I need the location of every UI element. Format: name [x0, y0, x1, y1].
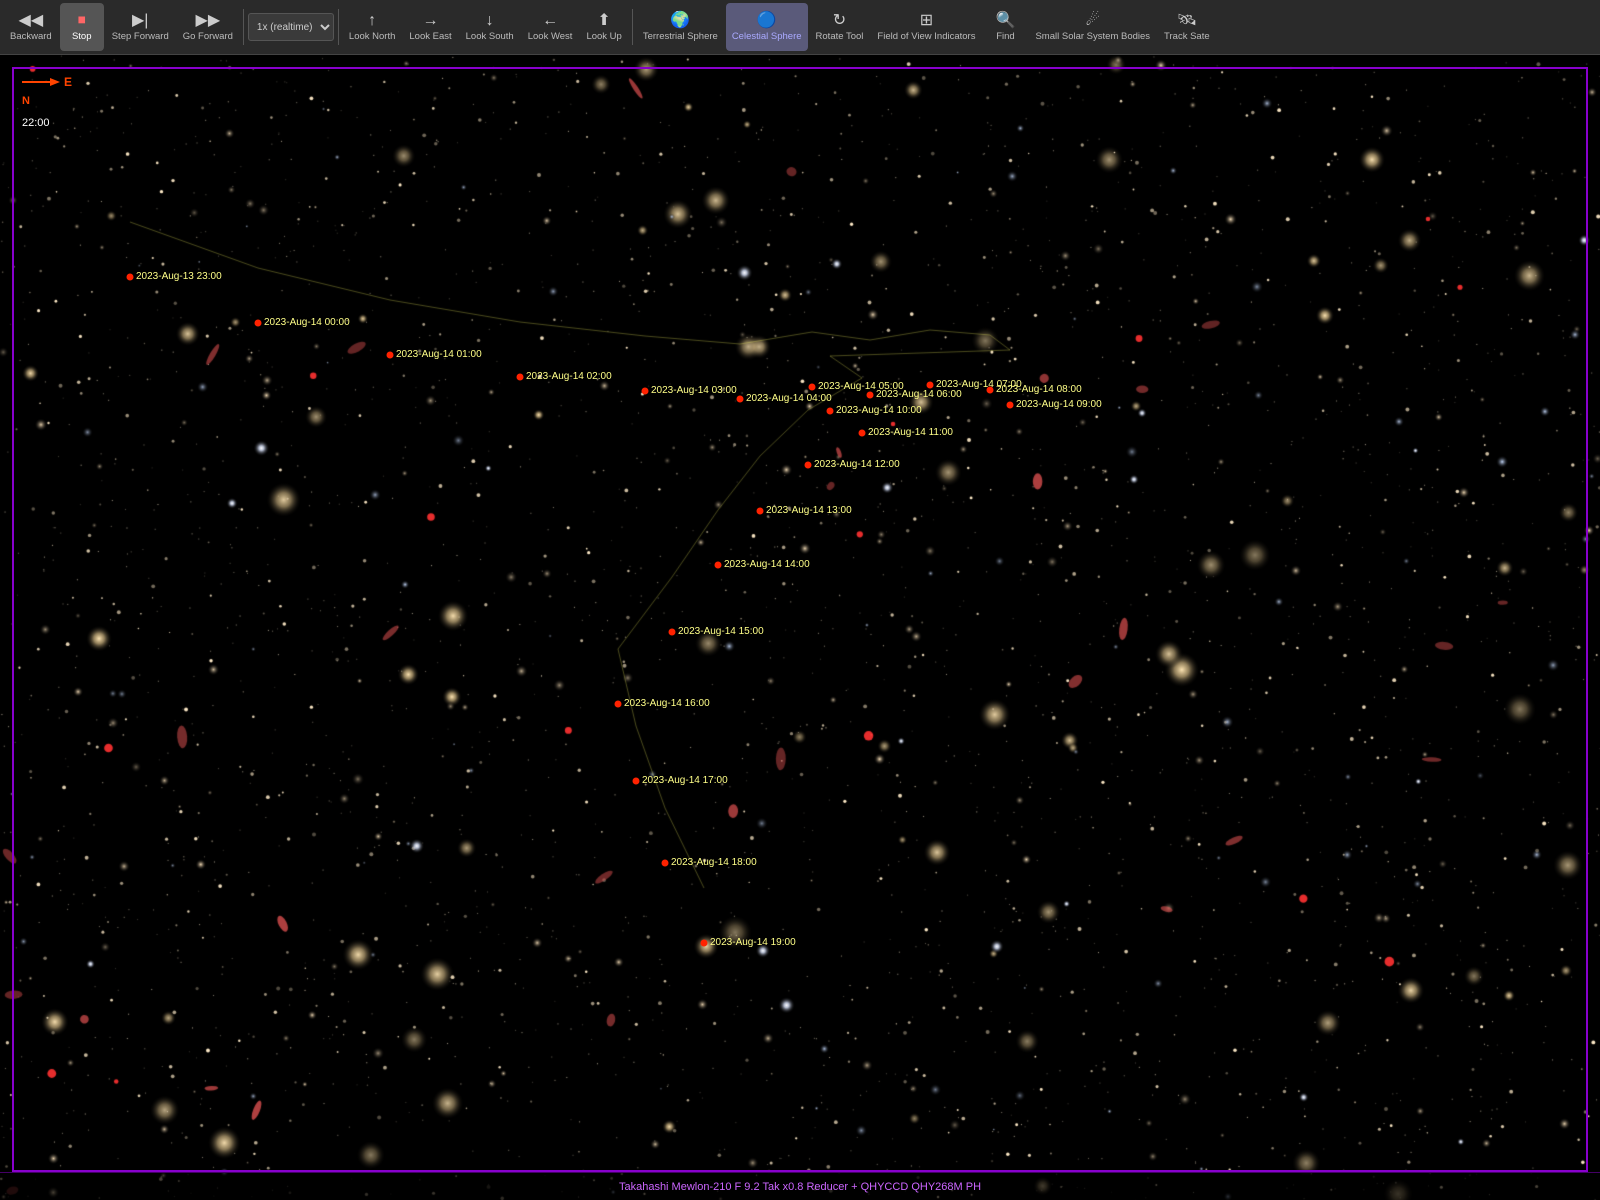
- terrestrial-sphere-button[interactable]: 🌍 Terrestrial Sphere: [637, 3, 724, 51]
- go-forward-icon: ▶▶: [196, 13, 221, 29]
- celestial-sphere-button[interactable]: 🔵 Celestial Sphere: [726, 3, 808, 51]
- look-north-button[interactable]: ↑ Look North: [343, 3, 401, 51]
- find-button[interactable]: 🔍 Find: [983, 3, 1027, 51]
- look-east-button[interactable]: → Look East: [403, 3, 457, 51]
- toolbar: ◀◀ Backward ⏹ Stop ▶| Step Forward ▶▶ Go…: [0, 0, 1600, 55]
- separator-1: [243, 9, 244, 45]
- look-east-icon: →: [423, 13, 439, 29]
- look-west-icon: ←: [542, 13, 558, 29]
- look-south-button[interactable]: ↓ Look South: [460, 3, 520, 51]
- speed-select[interactable]: 1x (realtime) 0.1x 0.5x 2x 5x 10x 100x 1…: [248, 13, 334, 41]
- statusbar: Takahashi Mewlon-210 F 9.2 Tak x0.8 Redu…: [0, 1172, 1600, 1200]
- terrestrial-sphere-icon: 🌍: [670, 13, 690, 29]
- look-up-icon: ⬆: [597, 13, 610, 29]
- stop-button[interactable]: ⏹ Stop: [60, 3, 104, 51]
- statusbar-text: Takahashi Mewlon-210 F 9.2 Tak x0.8 Redu…: [619, 1181, 981, 1193]
- backward-icon: ◀◀: [19, 13, 44, 29]
- stop-icon: ⏹: [78, 13, 86, 29]
- main-view[interactable]: E N 22:00 2023-Aug-13 23:002023-Aug-14 0…: [0, 55, 1600, 1200]
- find-icon: 🔍: [996, 13, 1016, 29]
- rotate-tool-icon: ↻: [833, 13, 846, 29]
- look-north-icon: ↑: [368, 13, 376, 29]
- rotate-tool-button[interactable]: ↻ Rotate Tool: [810, 3, 870, 51]
- fov-indicators-icon: ⊞: [920, 13, 933, 29]
- starfield-canvas: [0, 55, 1600, 1200]
- celestial-sphere-icon: 🔵: [757, 13, 777, 29]
- step-forward-icon: ▶|: [132, 13, 148, 29]
- separator-3: [632, 9, 633, 45]
- look-west-button[interactable]: ← Look West: [522, 3, 579, 51]
- step-forward-button[interactable]: ▶| Step Forward: [106, 3, 175, 51]
- small-solar-button[interactable]: ☄ Small Solar System Bodies: [1029, 3, 1156, 51]
- look-south-icon: ↓: [486, 13, 494, 29]
- track-sate-icon: 🛰: [1177, 13, 1197, 29]
- go-forward-button[interactable]: ▶▶ Go Forward: [177, 3, 239, 51]
- separator-2: [338, 9, 339, 45]
- small-solar-icon: ☄: [1086, 13, 1100, 29]
- backward-button[interactable]: ◀◀ Backward: [4, 3, 58, 51]
- track-sate-button[interactable]: 🛰 Track Sate: [1158, 3, 1216, 51]
- look-up-button[interactable]: ⬆ Look Up: [580, 3, 627, 51]
- fov-indicators-button[interactable]: ⊞ Field of View Indicators: [871, 3, 981, 51]
